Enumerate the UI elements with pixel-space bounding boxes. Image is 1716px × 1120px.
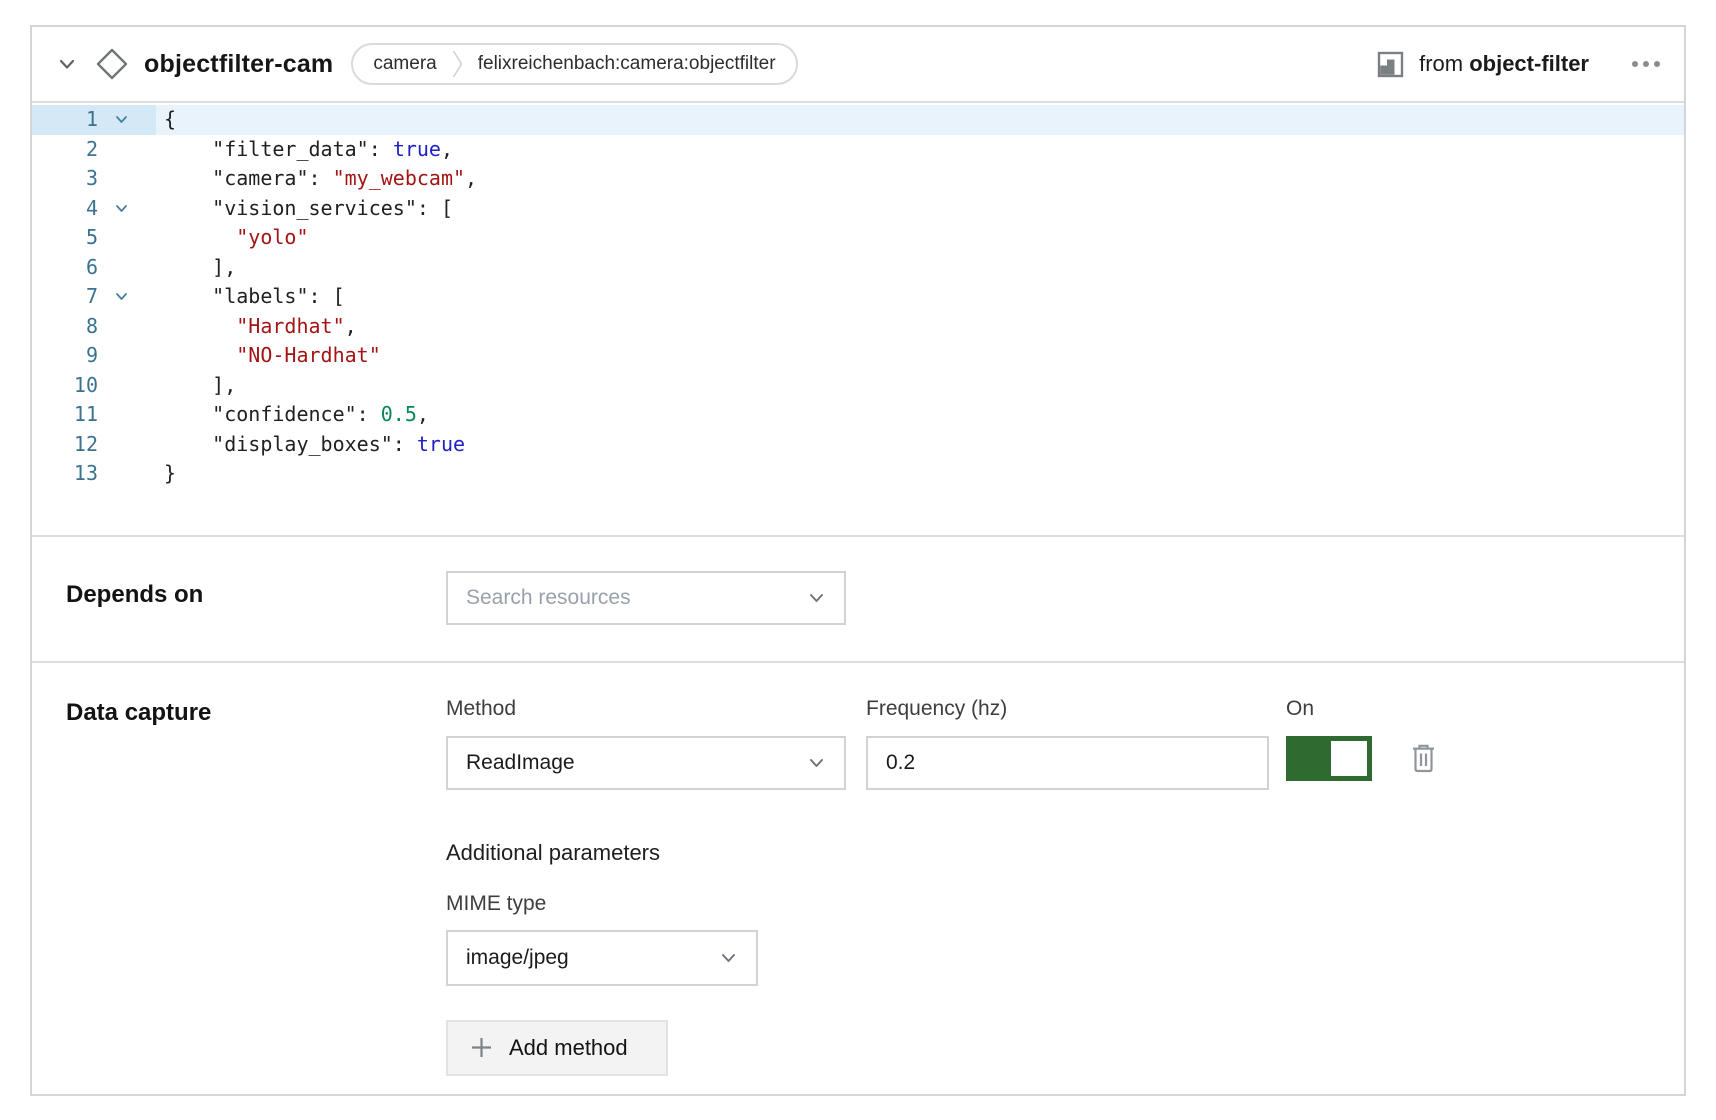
method-value: ReadImage [466, 751, 575, 775]
code-line[interactable]: 9 "NO-Hardhat" [32, 341, 1684, 371]
code-line[interactable]: 11 "confidence": 0.5, [32, 400, 1684, 430]
line-number: 5 [32, 223, 98, 253]
resource-diamond-icon [94, 46, 130, 82]
code-line[interactable]: 2 "filter_data": true, [32, 135, 1684, 165]
add-method-label: Add method [509, 1035, 628, 1061]
code-text[interactable]: "vision_services": [ [156, 194, 1684, 224]
line-number: 11 [32, 400, 98, 430]
line-number: 7 [32, 282, 98, 312]
line-number: 4 [32, 194, 98, 224]
method-select[interactable]: ReadImage [446, 736, 846, 790]
gutter: 3 [32, 164, 156, 194]
module-icon [1377, 51, 1404, 78]
method-label: Method [446, 697, 846, 721]
resource-title: objectfilter-cam [144, 50, 333, 79]
code-line[interactable]: 13} [32, 459, 1684, 489]
frequency-label: Frequency (hz) [866, 697, 1269, 721]
code-text[interactable]: "display_boxes": true [156, 430, 1684, 460]
gutter: 12 [32, 430, 156, 460]
data-capture-section: Data capture Method ReadImage Frequency … [32, 661, 1684, 1112]
code-text[interactable]: "camera": "my_webcam", [156, 164, 1684, 194]
line-number: 6 [32, 253, 98, 283]
gutter: 13 [32, 459, 156, 489]
chevron-down-icon [719, 948, 738, 967]
mime-type-label: MIME type [446, 892, 1662, 916]
badge-type-label: camera [373, 53, 436, 75]
mime-type-select[interactable]: image/jpeg [446, 930, 758, 986]
code-line[interactable]: 4 "vision_services": [ [32, 194, 1684, 224]
resource-header: objectfilter-cam camera felixreichenbach… [32, 27, 1684, 103]
additional-parameters-label: Additional parameters [446, 840, 1662, 866]
line-number: 2 [32, 135, 98, 165]
delete-method-button[interactable] [1409, 743, 1438, 774]
gutter: 11 [32, 400, 156, 430]
line-number: 10 [32, 371, 98, 401]
code-line[interactable]: 7 "labels": [ [32, 282, 1684, 312]
depends-on-select[interactable]: Search resources [446, 571, 846, 625]
chevron-down-icon [807, 753, 826, 772]
line-number: 1 [32, 105, 98, 135]
mime-type-value: image/jpeg [466, 946, 569, 970]
gutter: 6 [32, 253, 156, 283]
code-text[interactable]: "NO-Hardhat" [156, 341, 1684, 371]
resource-card: objectfilter-cam camera felixreichenbach… [30, 25, 1686, 1096]
code-text[interactable]: ], [156, 253, 1684, 283]
trash-icon [1409, 743, 1438, 774]
badge-model-label: felixreichenbach:camera:objectfilter [478, 53, 776, 75]
depends-on-section: Depends on Search resources [32, 535, 1684, 661]
gutter: 9 [32, 341, 156, 371]
collapse-chevron-icon[interactable] [54, 51, 80, 77]
line-number: 12 [32, 430, 98, 460]
code-line[interactable]: 8 "Hardhat", [32, 312, 1684, 342]
gutter: 8 [32, 312, 156, 342]
code-text[interactable]: } [156, 459, 1684, 489]
toggle-knob [1331, 741, 1367, 776]
line-number: 9 [32, 341, 98, 371]
code-line[interactable]: 12 "display_boxes": true [32, 430, 1684, 460]
gutter: 7 [32, 282, 156, 312]
code-text[interactable]: ], [156, 371, 1684, 401]
chevron-down-icon [807, 588, 826, 607]
json-editor[interactable]: 1{2 "filter_data": true,3 "camera": "my_… [32, 103, 1684, 535]
code-text[interactable]: "yolo" [156, 223, 1684, 253]
code-text[interactable]: "filter_data": true, [156, 135, 1684, 165]
frequency-input[interactable] [866, 736, 1269, 790]
fold-chevron-icon[interactable] [114, 289, 129, 304]
capture-on-label: On [1286, 697, 1438, 721]
depends-on-placeholder: Search resources [466, 586, 631, 610]
module-source-label: from object-filter [1419, 51, 1589, 77]
capture-toggle[interactable] [1286, 736, 1372, 781]
code-line[interactable]: 10 ], [32, 371, 1684, 401]
line-number: 13 [32, 459, 98, 489]
data-capture-heading: Data capture [54, 697, 446, 1076]
code-text[interactable]: "confidence": 0.5, [156, 400, 1684, 430]
add-method-button[interactable]: Add method [446, 1020, 668, 1076]
gutter: 10 [32, 371, 156, 401]
code-text[interactable]: { [156, 105, 1684, 135]
gutter: 5 [32, 223, 156, 253]
plus-icon [470, 1036, 493, 1059]
gutter: 2 [32, 135, 156, 165]
code-line[interactable]: 5 "yolo" [32, 223, 1684, 253]
fold-chevron-icon[interactable] [114, 112, 129, 127]
gutter: 4 [32, 194, 156, 224]
code-text[interactable]: "Hardhat", [156, 312, 1684, 342]
fold-chevron-icon[interactable] [114, 201, 129, 216]
code-line[interactable]: 3 "camera": "my_webcam", [32, 164, 1684, 194]
gutter: 1 [32, 105, 156, 135]
code-line[interactable]: 6 ], [32, 253, 1684, 283]
more-options-button[interactable] [1630, 55, 1662, 73]
badge-separator-icon [452, 49, 463, 79]
code-line[interactable]: 1{ [32, 105, 1684, 135]
depends-on-heading: Depends on [54, 571, 446, 625]
code-text[interactable]: "labels": [ [156, 282, 1684, 312]
line-number: 3 [32, 164, 98, 194]
header-right: from object-filter [1377, 51, 1662, 78]
line-number: 8 [32, 312, 98, 342]
resource-type-badge: camera felixreichenbach:camera:objectfil… [351, 43, 797, 85]
